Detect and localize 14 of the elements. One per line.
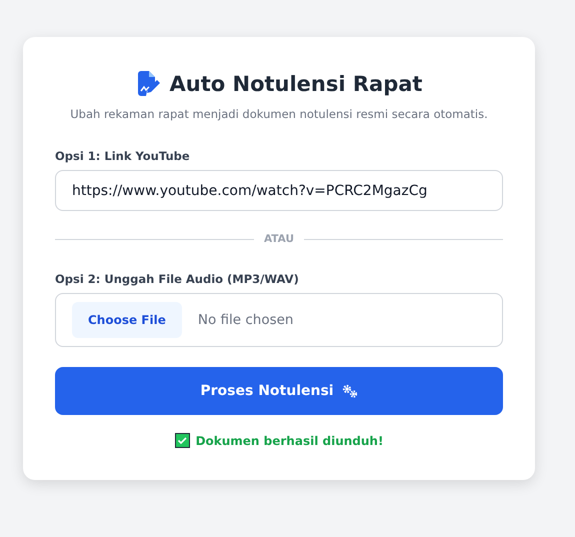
upload-label: Opsi 2: Unggah File Audio (MP3/WAV) [55, 272, 300, 286]
youtube-link-field[interactable]: https://www.youtube.com/watch?v=PCRC2MgazCg [55, 170, 503, 211]
app-title: Auto Notulensi Rapat [170, 72, 422, 96]
check-icon [174, 433, 190, 448]
divider-text: ATAU [264, 233, 294, 245]
youtube-label: Opsi 1: Link YouTube [55, 149, 191, 163]
subtitle: Ubah rekaman rapat menjadi dokumen notulensi resmi secara otomatis. [69, 107, 489, 121]
status-message: Dokumen berhasil diunduh! [196, 434, 384, 448]
choose-file-button[interactable]: Choose File [72, 302, 182, 338]
gears-icon [342, 384, 358, 398]
file-status: No file chosen [198, 312, 294, 328]
process-button[interactable]: Proses Notulensi [55, 367, 503, 415]
document-pen-icon [136, 71, 160, 97]
file-upload-field[interactable]: Choose File No file chosen [55, 293, 503, 347]
